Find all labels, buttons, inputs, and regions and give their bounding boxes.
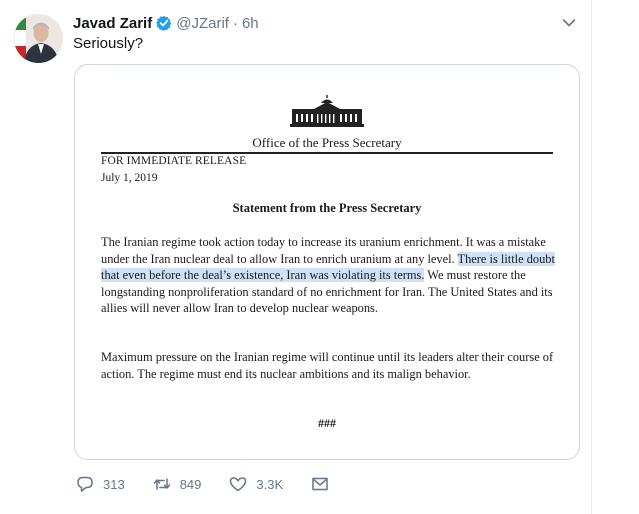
retweet-count: 849	[179, 476, 202, 492]
statement-paragraph-1: The Iranian regime took action today to …	[101, 234, 557, 317]
retweet-button[interactable]: 849	[153, 475, 202, 493]
like-button[interactable]: 3.3K	[229, 475, 283, 493]
heading-rule	[101, 152, 553, 154]
chevron-down-icon[interactable]	[561, 15, 577, 31]
like-icon	[230, 477, 247, 492]
release-label: FOR IMMEDIATE RELEASE	[101, 155, 247, 167]
timeline-divider	[591, 0, 592, 514]
end-mark: ###	[318, 416, 336, 430]
reply-button[interactable]: 313	[76, 475, 125, 493]
verified-badge-icon	[156, 15, 172, 31]
reply-count: 313	[103, 476, 125, 492]
statement-paragraph-2: Maximum pressure on the Iranian regime w…	[101, 350, 554, 381]
tweet-text: Seriously?	[73, 35, 144, 52]
tweet-image-card[interactable]: Office of the Press Secretary FOR IMMEDI…	[74, 64, 580, 460]
like-count: 3.3K	[256, 476, 284, 492]
reply-icon	[77, 476, 93, 492]
office-heading: Office of the Press Secretary	[252, 135, 402, 150]
separator-dot: ·	[232, 14, 238, 32]
white-house-icon	[290, 95, 364, 127]
statement-title: Statement from the Press Secretary	[232, 201, 422, 215]
author-name[interactable]: Javad Zarif	[73, 15, 152, 32]
tweet-timestamp[interactable]: 6h	[242, 15, 259, 32]
author-handle[interactable]: @JZarif	[176, 15, 229, 32]
tweet-actions: 313 849 3.3K	[76, 474, 366, 494]
direct-message-button[interactable]	[311, 475, 338, 493]
retweet-icon	[153, 478, 170, 490]
avatar[interactable]	[14, 14, 63, 63]
press-statement-image: Office of the Press Secretary FOR IMMEDI…	[75, 65, 579, 459]
message-icon	[312, 477, 328, 491]
release-date: July 1, 2019	[101, 172, 158, 184]
tweet-header: Javad Zarif @JZarif · 6h	[73, 12, 259, 34]
